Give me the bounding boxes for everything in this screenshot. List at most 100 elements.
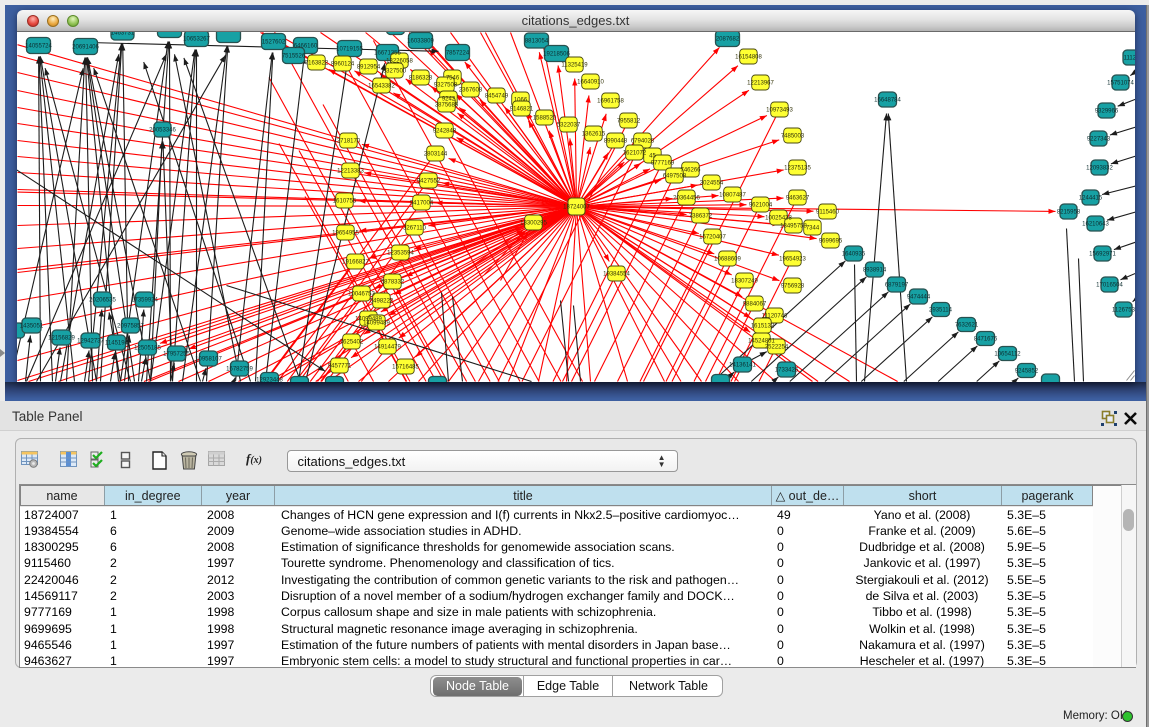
svg-text:1145194: 1145194 xyxy=(105,340,129,346)
svg-text:6497508: 6497508 xyxy=(662,173,686,179)
svg-text:10719155: 10719155 xyxy=(336,46,363,52)
svg-text:18724007: 18724007 xyxy=(563,204,590,210)
svg-text:9146821: 9146821 xyxy=(509,106,533,112)
svg-text:15692971: 15692971 xyxy=(1089,251,1116,257)
svg-text:45: 45 xyxy=(649,153,656,159)
svg-text:9457771: 9457771 xyxy=(327,363,351,369)
svg-text:9777169: 9777169 xyxy=(650,160,674,166)
svg-text:19384554: 19384554 xyxy=(603,271,630,277)
svg-text:6794028: 6794028 xyxy=(630,138,654,144)
svg-text:7625402: 7625402 xyxy=(339,339,363,345)
svg-text:12156829: 12156829 xyxy=(48,335,75,341)
svg-text:12213383: 12213383 xyxy=(337,168,364,174)
svg-text:9115460: 9115460 xyxy=(816,209,840,215)
svg-text:1463731: 1463731 xyxy=(110,32,134,37)
svg-text:20364456: 20364456 xyxy=(673,195,700,201)
svg-text:18307249: 18307249 xyxy=(731,278,758,284)
svg-text:1733426: 1733426 xyxy=(774,367,798,373)
svg-text:10688609: 10688609 xyxy=(714,256,741,262)
svg-text:8912954: 8912954 xyxy=(356,64,380,70)
svg-text:12375135: 12375135 xyxy=(784,165,811,171)
svg-text:8186328: 8186328 xyxy=(408,75,432,81)
svg-text:10025438: 10025438 xyxy=(765,215,792,221)
svg-text:11124: 11124 xyxy=(1123,55,1134,61)
svg-text:9242848: 9242848 xyxy=(432,128,456,134)
svg-text:7386372: 7386372 xyxy=(688,213,712,219)
svg-text:11120746: 11120746 xyxy=(761,313,787,319)
svg-text:9417004: 9417004 xyxy=(409,200,433,206)
svg-text:17016504: 17016504 xyxy=(1096,282,1123,288)
svg-text:20206535: 20206535 xyxy=(89,297,116,303)
svg-text:12942737: 12942737 xyxy=(77,338,104,344)
svg-text:9245852: 9245852 xyxy=(1014,368,1038,374)
svg-text:10653267: 10653267 xyxy=(183,36,210,42)
svg-text:1610755: 1610755 xyxy=(332,198,356,204)
svg-text:9329966: 9329966 xyxy=(1094,108,1118,114)
svg-text:2087682: 2087682 xyxy=(715,36,739,42)
svg-text:10958107: 10958107 xyxy=(195,356,222,362)
svg-text:8960124: 8960124 xyxy=(330,61,354,67)
svg-text:2718170: 2718170 xyxy=(336,138,360,144)
svg-text:9474444: 9474444 xyxy=(906,294,930,300)
svg-text:20691406: 20691406 xyxy=(72,44,99,50)
svg-text:2935114: 2935114 xyxy=(929,307,953,313)
svg-text:1244415: 1244415 xyxy=(1078,195,1102,201)
svg-text:1640935: 1640935 xyxy=(841,251,865,257)
svg-text:10654112: 10654112 xyxy=(994,351,1021,357)
svg-text:12923448: 12923448 xyxy=(256,377,283,382)
svg-text:19166827: 19166827 xyxy=(342,259,369,265)
svg-text:12093832: 12093832 xyxy=(1086,165,1113,171)
svg-text:12353594: 12353594 xyxy=(387,250,414,256)
svg-text:8813054: 8813054 xyxy=(524,38,548,44)
svg-text:3875685: 3875685 xyxy=(434,102,458,108)
svg-text:20975857: 20975857 xyxy=(117,323,144,329)
svg-text:16648784: 16648784 xyxy=(874,97,901,103)
svg-text:8215958: 8215958 xyxy=(1056,209,1080,215)
svg-text:14914479: 14914479 xyxy=(374,344,401,350)
svg-text:16640910: 16640910 xyxy=(577,79,604,85)
svg-text:1362615: 1362615 xyxy=(581,131,605,137)
svg-text:9699695: 9699695 xyxy=(818,238,842,244)
svg-text:7632621: 7632621 xyxy=(954,322,978,328)
svg-text:3024554: 3024554 xyxy=(699,180,723,186)
svg-text:16210643: 16210643 xyxy=(1082,221,1109,227)
svg-text:17359924: 17359924 xyxy=(131,297,158,303)
svg-text:9756928: 9756928 xyxy=(780,283,804,289)
svg-text:13495758: 13495758 xyxy=(780,223,807,229)
svg-text:10807487: 10807487 xyxy=(719,192,746,198)
svg-text:19218506: 19218506 xyxy=(543,51,570,57)
svg-text:15720407: 15720407 xyxy=(699,234,726,240)
svg-text:19654955: 19654955 xyxy=(332,230,359,236)
svg-text:9327500: 9327500 xyxy=(382,68,406,74)
svg-text:1527602: 1527602 xyxy=(261,39,285,45)
svg-text:2522254: 2522254 xyxy=(764,344,788,350)
svg-text:15751074: 15751074 xyxy=(1107,80,1134,86)
svg-text:3267110: 3267110 xyxy=(403,225,427,231)
svg-text:15716485: 15716485 xyxy=(392,364,419,370)
svg-text:5498222: 5498222 xyxy=(369,298,393,304)
svg-text:7344: 7344 xyxy=(805,225,819,231)
svg-text:9327508: 9327508 xyxy=(433,82,457,88)
svg-text:16154808: 16154808 xyxy=(735,54,762,60)
svg-text:13226058: 13226058 xyxy=(386,58,413,64)
svg-text:7485003: 7485003 xyxy=(780,133,804,139)
svg-text:1621072: 1621072 xyxy=(622,150,646,156)
svg-text:14055724: 14055724 xyxy=(25,43,52,49)
svg-text:14136141: 14136141 xyxy=(729,362,756,368)
svg-text:16671355: 16671355 xyxy=(374,50,401,56)
svg-text:7163822: 7163822 xyxy=(304,60,328,66)
svg-text:7857224: 7857224 xyxy=(445,50,469,56)
svg-text:10973493: 10973493 xyxy=(766,107,793,113)
svg-text:17957255: 17957255 xyxy=(163,351,190,357)
svg-text:20053346: 20053346 xyxy=(149,127,176,133)
svg-text:7515526: 7515526 xyxy=(281,53,305,59)
svg-text:16033809: 16033809 xyxy=(407,38,434,44)
svg-text:1126753: 1126753 xyxy=(1112,307,1135,313)
svg-text:7546: 7546 xyxy=(445,75,459,81)
svg-text:16961758: 16961758 xyxy=(597,98,624,104)
svg-text:6466160: 6466160 xyxy=(293,43,317,49)
svg-text:12505185: 12505185 xyxy=(134,345,161,351)
svg-text:5878332: 5878332 xyxy=(380,279,404,285)
svg-text:10046753: 10046753 xyxy=(348,291,375,297)
svg-text:9463627: 9463627 xyxy=(785,195,809,201)
